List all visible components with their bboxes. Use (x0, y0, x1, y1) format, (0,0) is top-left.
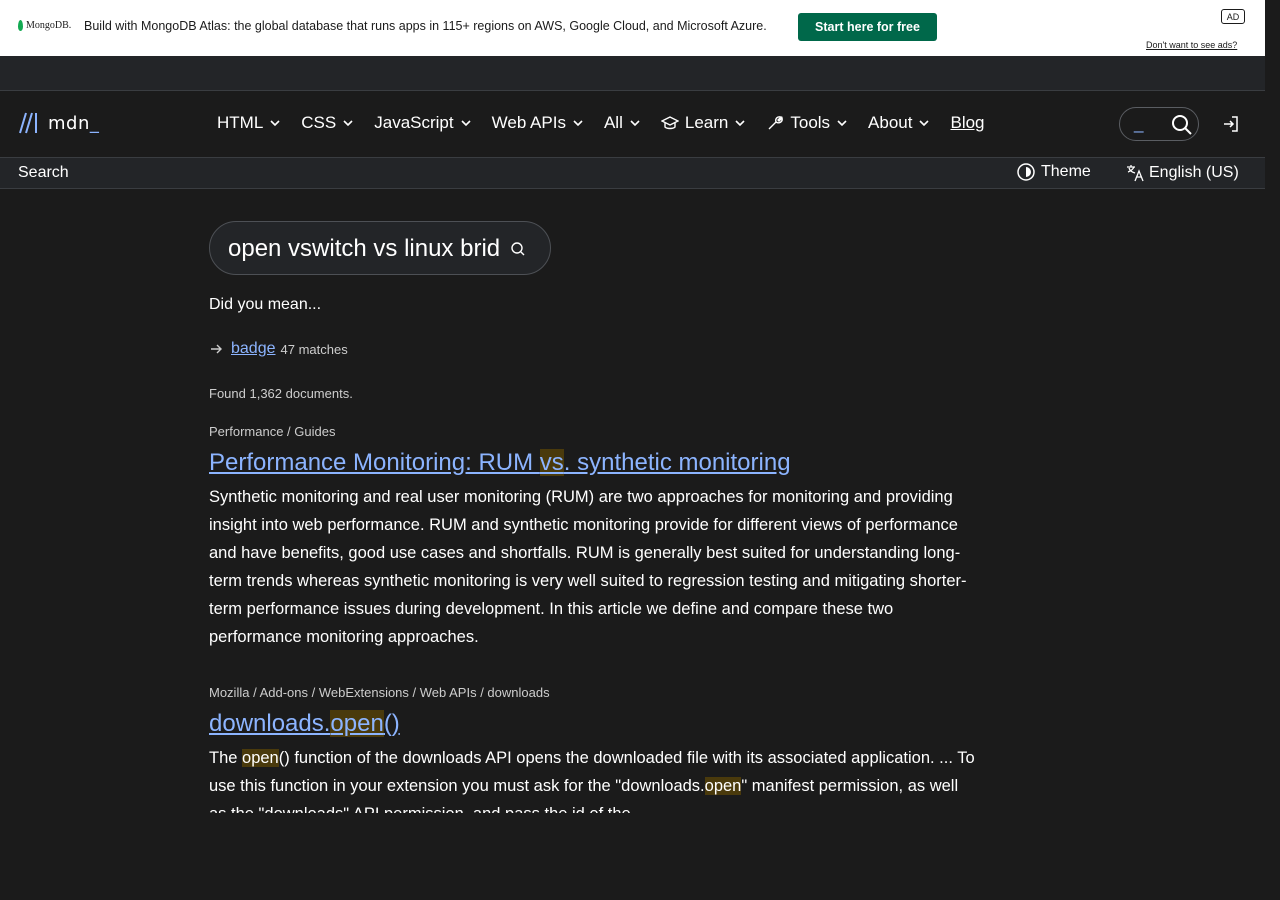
menu-web-apis[interactable]: Web APIs (492, 113, 584, 133)
mongodb-logo[interactable]: MongoDB. (18, 20, 71, 31)
menu-about-label: About (868, 113, 913, 132)
ad-optout-link[interactable]: Don't want to see ads? (1146, 40, 1237, 50)
theme-label: Theme (1041, 163, 1091, 180)
menu-javascript-label: JavaScript (374, 113, 454, 132)
search-icon (1172, 115, 1192, 135)
ad-cta-button[interactable]: Start here for free (798, 13, 937, 41)
wrench-icon (768, 116, 784, 130)
search-input[interactable] (228, 232, 500, 266)
menu-learn-label: Learn (684, 113, 729, 132)
search-cursor: _ (1134, 114, 1144, 133)
mdn-logo-icon (19, 112, 37, 134)
graduation-cap-icon (660, 116, 679, 130)
top-navigation: mdn_ HTML CSS JavaScript Web APIs All Le… (0, 91, 1265, 157)
search-form (209, 221, 551, 275)
menu-about[interactable]: About (868, 113, 930, 133)
breadcrumb[interactable]: Search (18, 164, 69, 182)
menu-learn[interactable]: Learn (660, 113, 746, 133)
language-label: English (US) (1149, 164, 1239, 181)
ad-badge: AD (1221, 9, 1245, 24)
chevron-down-icon (837, 120, 847, 127)
suggestion-link[interactable]: badge (231, 340, 276, 358)
chevron-down-icon (919, 120, 930, 127)
suggestion-item: badge 47 matches (209, 340, 348, 358)
ad-logo-text: MongoDB. (26, 20, 72, 31)
menu-css[interactable]: CSS (301, 113, 354, 133)
login-icon[interactable] (1222, 115, 1240, 133)
scrollbar[interactable] (1265, 0, 1280, 900)
header-search-button[interactable]: _ (1119, 107, 1199, 141)
ad-banner: MongoDB. Build with MongoDB Atlas: the g… (0, 0, 1265, 56)
chevron-down-icon (630, 120, 640, 127)
menu-tools[interactable]: Tools (766, 113, 848, 133)
mdn-logo[interactable]: mdn_ (18, 111, 99, 135)
chevron-down-icon (343, 120, 353, 127)
blog-link[interactable]: Blog (950, 113, 984, 133)
chevron-down-icon (270, 120, 280, 127)
menu-css-label: CSS (301, 113, 337, 132)
did-you-mean-heading: Did you mean... (209, 296, 322, 313)
result-snippet: Synthetic monitoring and real user monit… (209, 488, 967, 646)
menu-all[interactable]: All (604, 113, 641, 133)
main-menu: HTML CSS JavaScript Web APIs All Learn T… (217, 113, 985, 133)
search-submit-icon[interactable] (510, 241, 526, 257)
menu-javascript[interactable]: JavaScript (374, 113, 471, 133)
translate-icon (1127, 165, 1144, 182)
arrow-right-icon (211, 344, 222, 354)
menu-tools-label: Tools (790, 113, 831, 132)
menu-web-apis-label: Web APIs (491, 113, 566, 132)
chevron-down-icon (735, 120, 745, 127)
theme-button[interactable]: Theme (1017, 163, 1091, 181)
result-title-link[interactable]: Performance Monitoring: RUM vs. syntheti… (209, 449, 979, 477)
result-path: Performance / Guides (209, 424, 336, 439)
search-result: Performance / Guides Performance Monitor… (209, 424, 979, 651)
search-result: Mozilla / Add-ons / WebExtensions / Web … (209, 685, 979, 813)
result-title-link[interactable]: downloads.open() (209, 710, 979, 738)
menu-all-label: All (603, 113, 623, 132)
menu-html[interactable]: HTML (217, 113, 281, 133)
language-button[interactable]: English (US) (1125, 163, 1239, 183)
found-count: Found 1,362 documents. (209, 386, 353, 401)
suggestion-count: 47 matches (280, 341, 348, 357)
ad-text[interactable]: Build with MongoDB Atlas: the global dat… (84, 19, 767, 33)
chevron-down-icon (573, 120, 583, 127)
result-snippet: The open() function of the downloads API… (209, 749, 975, 813)
sub-header-bar: Search Theme English (US) (0, 157, 1265, 189)
chevron-down-icon (461, 120, 471, 127)
mongodb-leaf-icon (18, 20, 23, 31)
logo-text: mdn_ (48, 112, 100, 134)
placeholder-strip (0, 56, 1265, 91)
theme-icon (1017, 163, 1035, 181)
menu-html-label: HTML (217, 113, 264, 132)
result-path: Mozilla / Add-ons / WebExtensions / Web … (209, 685, 550, 700)
